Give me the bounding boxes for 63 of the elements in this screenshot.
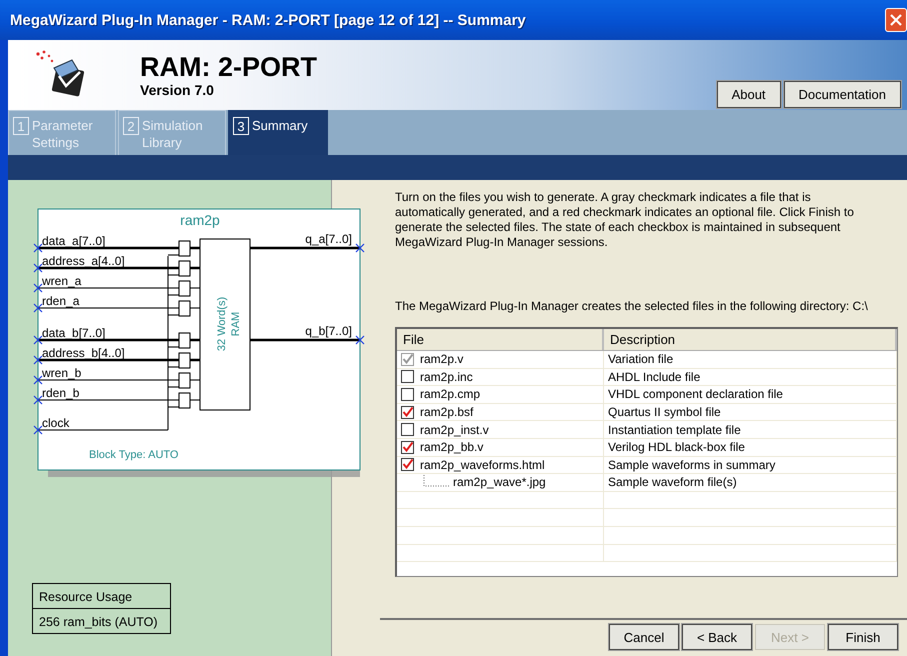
description-cell: AHDL Include file [604, 368, 897, 386]
file-name: ram2p.cmp [420, 387, 480, 402]
wizard-button[interactable]: Cancel [609, 624, 679, 650]
checkbox[interactable] [401, 388, 414, 401]
wizard-title: RAM: 2-PORT [140, 52, 318, 82]
register-drawing [168, 332, 200, 348]
resource-value: 256 ram_bits (AUTO) [33, 608, 170, 633]
version-label: Version 7.0 [140, 82, 215, 98]
checkbox[interactable] [401, 370, 414, 384]
wizard-button[interactable]: < Back [682, 624, 752, 650]
ram-label: RAM [230, 312, 242, 336]
register-drawing [168, 260, 200, 276]
port-label: data_a[7..0] [42, 234, 106, 248]
instructions-text: Turn on the files you wish to generate. A gray checkmark indicates a file that is automatically generated, and a red checkmark indicates an optional file. Click Finish to generate the selected files. The state of each checkbox is maintained in subsequent MegaWizard Plug-In Manager sessions. [395, 190, 855, 250]
port-label: q_a[7..0] [305, 232, 352, 246]
checkbox[interactable] [401, 458, 414, 472]
resource-heading: Resource Usage [38, 589, 134, 606]
file-name: ram2p_inst.v [420, 422, 489, 437]
directory-text: The MegaWizard Plug-In Manager creates the selected files in the following directory: C:\ [395, 299, 869, 314]
register-drawing [168, 352, 200, 368]
port-label: address_a[4..0] [42, 254, 125, 268]
description-cell: Quartus II symbol file [604, 404, 897, 420]
checkbox[interactable] [401, 406, 414, 419]
close-icon [890, 14, 902, 26]
file-name: ram2p_bb.v [420, 440, 484, 454]
file-name: ram2p.v [420, 352, 464, 366]
symbol-name: ram2p [180, 212, 220, 228]
close-button[interactable] [885, 8, 907, 32]
window-title: MegaWizard Plug-In Manager - RAM: 2-PORT [page 12 of 12] -- Summary [10, 12, 527, 28]
block-type-label: Block Type: AUTO [89, 449, 178, 461]
file-name: ram2p.bsf [420, 405, 474, 420]
wizard-tab[interactable]: 3 Summary [228, 110, 328, 155]
ram-label: 32 Word(s) [216, 296, 228, 352]
register-drawing [168, 300, 200, 316]
column-header[interactable]: File [397, 329, 604, 350]
register-drawing [168, 240, 200, 256]
register-drawing [168, 280, 200, 296]
description-cell: Variation file [604, 351, 897, 368]
file-name: ram2p_wave*.jpg [453, 475, 546, 490]
description-cell: Instantiation template file [604, 421, 897, 438]
port-label: data_b[7..0] [42, 326, 106, 340]
port-label: wren_a [42, 274, 82, 288]
header-button[interactable]: About [716, 81, 781, 108]
register-drawing [168, 372, 200, 388]
port-label: clock [42, 416, 70, 430]
checkbox[interactable] [401, 423, 414, 436]
port-label: q_b[7..0] [305, 324, 352, 338]
port-label: address_b[4..0] [42, 346, 125, 360]
port-label: rden_a [42, 294, 80, 308]
port-label: wren_b [42, 366, 82, 380]
description-cell: Sample waveform file(s) [604, 474, 897, 491]
file-name: ram2p_waveforms.html [420, 458, 545, 472]
description-cell: VHDL component declaration file [604, 386, 897, 403]
checkbox[interactable] [401, 440, 414, 454]
description-cell: Verilog HDL black-box file [604, 438, 897, 456]
file-name: ram2p.inc [420, 370, 473, 384]
description-cell: Sample waveforms in summary [604, 456, 897, 474]
header-button[interactable]: Documentation [784, 81, 901, 108]
tree-line-icon [423, 475, 451, 490]
column-header[interactable]: Description [604, 329, 897, 350]
register-drawing [168, 392, 200, 408]
wizard-button[interactable]: Finish [828, 624, 898, 650]
port-label: rden_b [42, 386, 80, 400]
